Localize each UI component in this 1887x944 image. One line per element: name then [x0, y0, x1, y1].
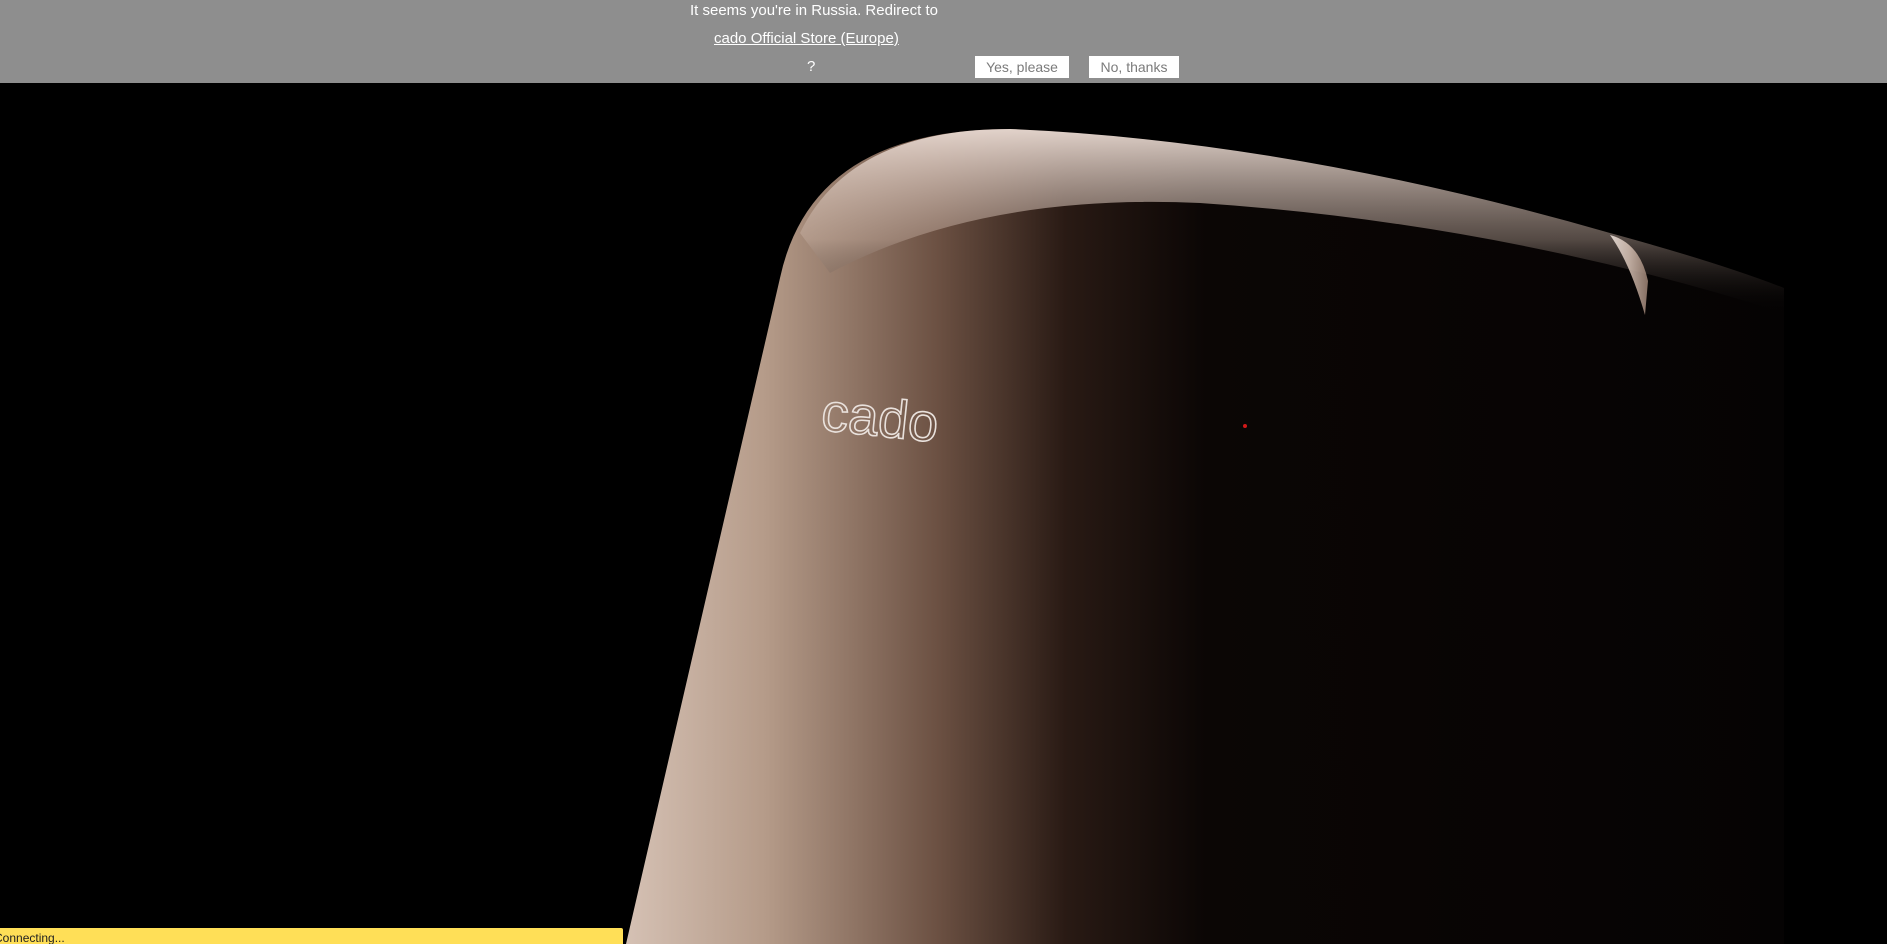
yes-redirect-button[interactable]: Yes, please	[975, 56, 1069, 78]
store-redirect-link[interactable]: cado Official Store (Europe)	[714, 30, 899, 47]
geo-redirect-banner: It seems you're in Russia. Redirect to c…	[0, 0, 1887, 83]
product-logo: cado	[819, 382, 942, 454]
geo-redirect-message: It seems you're in Russia. Redirect to	[690, 2, 938, 19]
geo-redirect-question-mark: ?	[807, 58, 816, 75]
no-redirect-button[interactable]: No, thanks	[1089, 56, 1179, 78]
status-bar: Connecting...	[0, 928, 623, 944]
product-render: cado	[626, 129, 1784, 944]
status-text: Connecting...	[0, 931, 65, 944]
hero-product-image: cado	[0, 83, 1887, 944]
indicator-light	[1243, 424, 1247, 428]
